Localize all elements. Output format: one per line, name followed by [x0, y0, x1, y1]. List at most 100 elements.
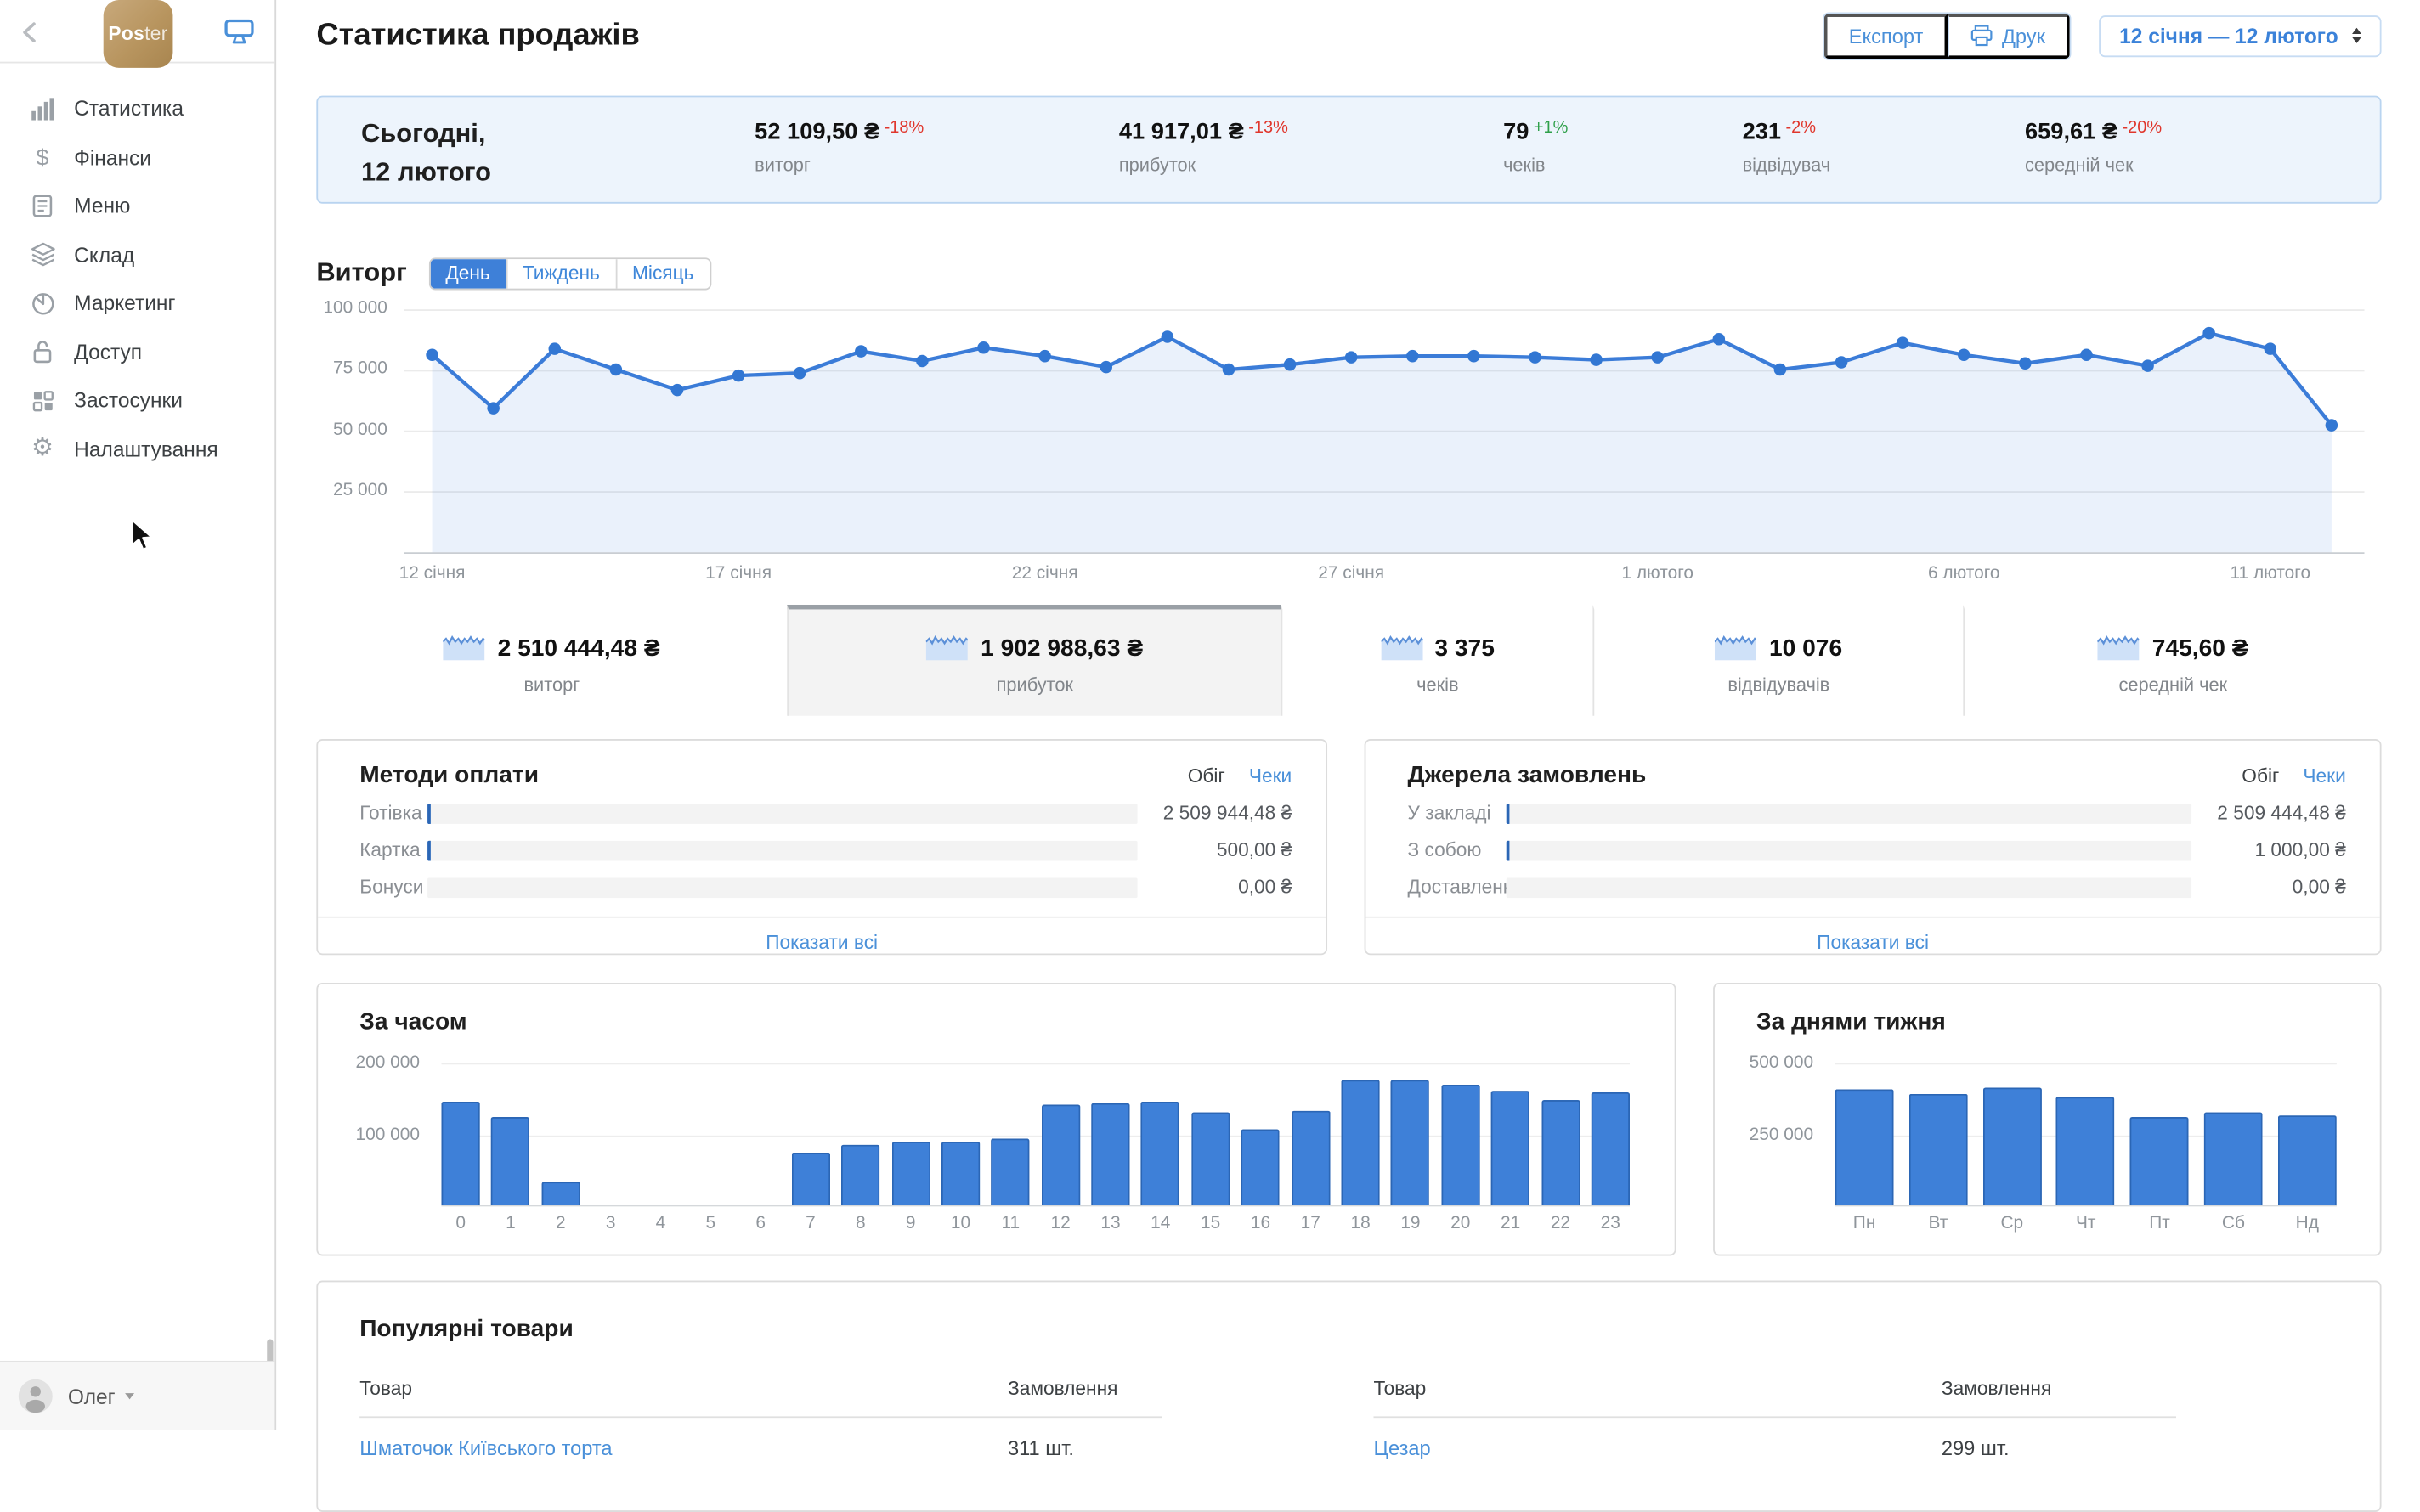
- sidebar-item-label: Маркетинг: [74, 291, 176, 315]
- toggle-receipts[interactable]: Чеки: [1249, 765, 1292, 787]
- sidebar-item-statistics[interactable]: Статистика: [0, 85, 274, 133]
- x-tick-label: Чт: [2075, 1214, 2096, 1233]
- panel-title: Джерела замовлень: [1407, 762, 1647, 789]
- sidebar-item-label: Доступ: [74, 340, 143, 364]
- show-all-link[interactable]: Показати всі: [766, 932, 878, 953]
- by-hour-bar-chart: 200 000 100 000 0 1 2 3 4 5 6 7 8 9 10 11 12 13 14 15 16 17…: [318, 1054, 1675, 1233]
- show-all-link[interactable]: Показати всі: [1817, 932, 1929, 953]
- sidebar-item-menu[interactable]: Меню: [0, 182, 274, 230]
- x-tick-label: 7: [806, 1214, 816, 1233]
- date-range-label: 12 січня — 12 лютого: [2119, 24, 2338, 48]
- bar: [1982, 1087, 2042, 1205]
- print-button[interactable]: Друк: [1948, 13, 2070, 59]
- sidebar-item-marketing[interactable]: Маркетинг: [0, 279, 274, 328]
- sidebar-item-label: Статистика: [74, 97, 184, 121]
- today-stat-revenue: 52 109,50 ₴ -18% виторг: [755, 118, 924, 177]
- product-link[interactable]: Цезар: [1374, 1436, 1431, 1459]
- x-tick-label: 11 лютого: [2230, 564, 2311, 584]
- sidebar-item-warehouse[interactable]: Склад: [0, 231, 274, 279]
- tab-month[interactable]: Місяць: [615, 258, 710, 288]
- x-tick-label: 13: [1100, 1214, 1121, 1233]
- x-tick-label: 17 січня: [705, 564, 772, 584]
- x-tick-label: 4: [655, 1214, 666, 1233]
- toggle-turnover[interactable]: Обіг: [1188, 765, 1225, 787]
- bar-charts-row: За часом 200 000 100 000 0 1 2 3 4 5 6 7 8 9 10 11 12 1…: [316, 982, 2382, 1256]
- panel-title: За днями тижня: [1756, 1008, 1946, 1035]
- period-tabs: День Тиждень Місяць: [428, 257, 711, 290]
- sidebar: Pos ter Статистика $ Фінанси Меню Склад …: [0, 0, 277, 1430]
- chevron-down-icon: [124, 1393, 134, 1400]
- delta-badge: -13%: [1248, 118, 1288, 138]
- revenue-line-chart: 100 000 75 000 50 000 25 000 12 січня 17 січ…: [316, 299, 2381, 595]
- x-tick-label: Сб: [2221, 1214, 2245, 1233]
- sidebar-top-bar: Pos ter: [0, 0, 275, 68]
- summary-cell-revenue[interactable]: 2 510 444,48 ₴ виторг: [316, 605, 787, 716]
- sidebar-item-finance[interactable]: $ Фінанси: [0, 133, 274, 182]
- sidebar-item-apps[interactable]: Застосунки: [0, 376, 274, 425]
- back-chevron-icon[interactable]: [19, 20, 43, 45]
- x-tick-label: 21: [1500, 1214, 1521, 1233]
- today-summary-panel: Сьогодні, 12 лютого 52 109,50 ₴ -18% вито…: [316, 95, 2382, 204]
- turnover-receipts-toggle: Обіг Чеки: [2242, 765, 2345, 787]
- logo-text-light: ter: [144, 23, 168, 45]
- user-menu[interactable]: Олег: [0, 1360, 275, 1430]
- product-link[interactable]: Шматочок Київського торта: [359, 1436, 612, 1459]
- bar: [1091, 1103, 1130, 1205]
- bar: [1835, 1089, 1894, 1205]
- toggle-turnover[interactable]: Обіг: [2242, 765, 2279, 787]
- sidebar-item-access[interactable]: Доступ: [0, 328, 274, 376]
- bar: [2130, 1117, 2190, 1205]
- payment-row-card: Картка 500,00 ₴: [318, 836, 1326, 864]
- sidebar-item-label: Фінанси: [74, 146, 151, 170]
- bar-track: [1506, 803, 2192, 823]
- y-tick-label: 200 000: [355, 1053, 421, 1073]
- header-actions: Експорт Друк 12 січня — 12 лютого: [1822, 11, 2382, 59]
- summary-cell-avg-receipt[interactable]: 745,60 ₴ середній чек: [1963, 604, 2381, 716]
- document-icon: [30, 193, 56, 219]
- today-stat-avg-receipt: 659,61 ₴ -20% середній чек: [2024, 118, 2163, 177]
- y-tick-label: 25 000: [332, 481, 387, 500]
- user-name: Олег: [67, 1385, 116, 1408]
- bar: [1190, 1112, 1230, 1205]
- summary-cell-receipts[interactable]: 3 375 чеків: [1281, 604, 1593, 716]
- date-range-selector[interactable]: 12 січня — 12 лютого: [2099, 14, 2382, 57]
- export-button[interactable]: Експорт: [1823, 13, 1948, 59]
- x-tick-label: 20: [1450, 1214, 1471, 1233]
- summary-cell-profit[interactable]: 1 902 988,63 ₴ прибуток: [787, 604, 1281, 716]
- x-tick-label: 23: [1600, 1214, 1620, 1233]
- source-row-inhouse: У закладі 2 509 444,48 ₴: [1365, 799, 2379, 827]
- x-tick-label: 0: [455, 1214, 466, 1233]
- bar: [1490, 1091, 1530, 1205]
- bar-fill: [427, 803, 431, 823]
- pos-terminal-icon[interactable]: [223, 19, 254, 54]
- bar-chart-icon: [30, 96, 56, 122]
- poster-logo[interactable]: Pos ter: [103, 0, 173, 68]
- summary-cell-visitors[interactable]: 10 076 відвідувачів: [1592, 604, 1963, 716]
- sparkline-icon: [2097, 630, 2141, 668]
- turnover-receipts-toggle: Обіг Чеки: [1188, 765, 1292, 787]
- sidebar-item-settings[interactable]: ⚙ Налаштування: [0, 425, 274, 473]
- x-tick-label: 5: [705, 1214, 716, 1233]
- x-tick-label: 15: [1200, 1214, 1221, 1233]
- lock-open-icon: [30, 339, 56, 365]
- bar: [541, 1182, 580, 1205]
- table-header: Товар Замовлення: [359, 1378, 1162, 1419]
- x-tick-label: 12: [1050, 1214, 1071, 1233]
- x-tick-label: 14: [1151, 1214, 1171, 1233]
- export-print-group: Експорт Друк: [1822, 11, 2072, 59]
- today-title: Сьогодні, 12 лютого: [361, 118, 492, 187]
- y-tick-label: 100 000: [323, 299, 387, 319]
- tab-day[interactable]: День: [430, 258, 506, 288]
- x-tick-label: 1: [506, 1214, 516, 1233]
- bar: [491, 1117, 530, 1205]
- delta-badge: -18%: [884, 118, 924, 138]
- sidebar-item-label: Налаштування: [74, 437, 218, 461]
- bar: [791, 1152, 830, 1205]
- up-down-caret-icon: [2352, 27, 2361, 43]
- sidebar-item-label: Склад: [74, 243, 135, 267]
- toggle-receipts[interactable]: Чеки: [2303, 765, 2345, 787]
- x-tick-label: 22: [1550, 1214, 1571, 1233]
- x-tick-label: Пт: [2149, 1214, 2170, 1233]
- delta-badge: -2%: [1785, 118, 1817, 138]
- tab-week[interactable]: Тиждень: [505, 258, 616, 288]
